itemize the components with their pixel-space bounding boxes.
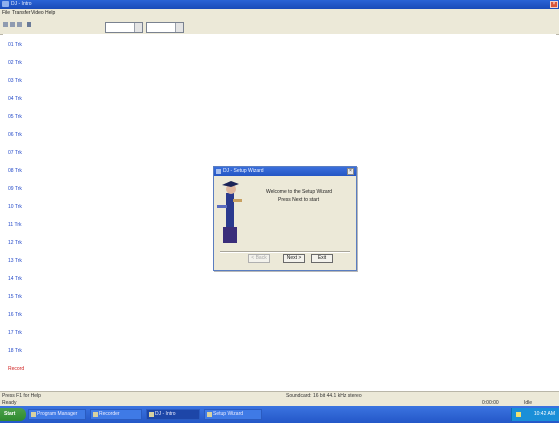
track-label[interactable]: 01 Trk bbox=[8, 42, 22, 48]
save-icon[interactable] bbox=[17, 22, 22, 27]
dj-mascot-icon bbox=[217, 181, 242, 243]
dialog-title-bar: DJ - Setup Wizard × bbox=[214, 167, 356, 176]
open-icon[interactable] bbox=[10, 22, 15, 27]
track-label[interactable]: 11 Trk bbox=[8, 222, 22, 228]
close-button[interactable]: × bbox=[550, 1, 558, 8]
menu-bar: File Transfer Video Help bbox=[0, 9, 559, 17]
status-help-text: Press F1 for Help bbox=[2, 393, 41, 399]
new-icon[interactable] bbox=[3, 22, 8, 27]
chevron-down-icon[interactable] bbox=[175, 23, 183, 32]
exit-button[interactable]: Exit bbox=[311, 254, 333, 263]
dialog-divider bbox=[220, 251, 350, 253]
track-label[interactable]: 10 Trk bbox=[8, 204, 22, 210]
window-title: DJ - Intro bbox=[11, 1, 32, 7]
dialog-close-button[interactable]: × bbox=[347, 168, 354, 175]
title-bar: DJ - Intro × bbox=[0, 0, 559, 9]
toolbar bbox=[0, 17, 559, 35]
track-label[interactable]: 17 Trk bbox=[8, 330, 22, 336]
program-icon bbox=[31, 412, 36, 417]
track-label[interactable]: 04 Trk bbox=[8, 96, 22, 102]
program-icon bbox=[93, 412, 98, 417]
setup-wizard-dialog: DJ - Setup Wizard × Welcome to the Setup… bbox=[213, 166, 357, 271]
track-label[interactable]: 03 Trk bbox=[8, 78, 22, 84]
chevron-down-icon[interactable] bbox=[134, 23, 142, 32]
track-label[interactable]: 05 Trk bbox=[8, 114, 22, 120]
dialog-title: DJ - Setup Wizard bbox=[223, 168, 264, 174]
record-track-label[interactable]: Record bbox=[8, 366, 24, 372]
wizard-instruction-text: Press Next to start bbox=[278, 197, 320, 203]
taskbar-item[interactable]: Recorder bbox=[90, 409, 142, 420]
track-label[interactable]: 18 Trk bbox=[8, 348, 22, 354]
menu-video[interactable]: Video bbox=[31, 10, 44, 16]
back-button[interactable]: < Back bbox=[248, 254, 270, 263]
app-icon bbox=[2, 1, 9, 7]
track-label[interactable]: 14 Trk bbox=[8, 276, 22, 282]
track-label[interactable]: 08 Trk bbox=[8, 168, 22, 174]
track-label[interactable]: 02 Trk bbox=[8, 60, 22, 66]
track-label[interactable]: 16 Trk bbox=[8, 312, 22, 318]
combo-box-1[interactable] bbox=[105, 22, 143, 33]
menu-transfer[interactable]: Transfer bbox=[12, 10, 30, 16]
combo-box-2[interactable] bbox=[146, 22, 184, 33]
help-icon[interactable] bbox=[27, 22, 31, 27]
track-label[interactable]: 15 Trk bbox=[8, 294, 22, 300]
dialog-app-icon bbox=[216, 169, 221, 174]
program-icon bbox=[207, 412, 212, 417]
start-button[interactable]: Start bbox=[0, 408, 26, 421]
track-label[interactable]: 06 Trk bbox=[8, 132, 22, 138]
speaker-icon[interactable] bbox=[516, 412, 521, 417]
clock: 10:42 AM bbox=[533, 411, 555, 417]
menu-help[interactable]: Help bbox=[45, 10, 55, 16]
wizard-welcome-text: Welcome to the Setup Wizard bbox=[266, 189, 333, 195]
taskbar-item[interactable]: Setup Wizard bbox=[204, 409, 262, 420]
track-label[interactable]: 09 Trk bbox=[8, 186, 22, 192]
track-label[interactable]: 13 Trk bbox=[8, 258, 22, 264]
next-button[interactable]: Next > bbox=[283, 254, 305, 263]
track-label[interactable]: 07 Trk bbox=[8, 150, 22, 156]
menu-file[interactable]: File bbox=[2, 10, 10, 16]
taskbar: Start Program Manager Recorder DJ - Intr… bbox=[0, 406, 559, 423]
taskbar-item[interactable]: DJ - Intro bbox=[146, 409, 200, 420]
track-label[interactable]: 12 Trk bbox=[8, 240, 22, 246]
taskbar-item[interactable]: Program Manager bbox=[28, 409, 86, 420]
status-bar: Press F1 for Help Ready Soundcard: 16 bi… bbox=[0, 391, 559, 407]
status-soundcard-text: Soundcard: 16 bit 44.1 kHz stereo bbox=[286, 393, 362, 399]
system-tray: 10:42 AM bbox=[511, 408, 559, 421]
program-icon bbox=[149, 412, 154, 417]
